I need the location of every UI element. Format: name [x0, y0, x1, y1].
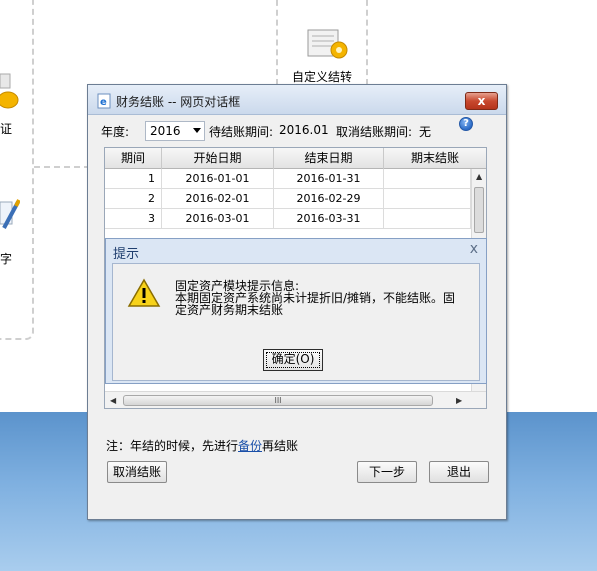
- scroll-up-icon[interactable]: ▲: [476, 172, 482, 181]
- warning-icon: [127, 278, 161, 307]
- ok-button[interactable]: 确定(O): [263, 349, 323, 371]
- cancel-period-value: 无: [419, 125, 432, 139]
- scroll-left-icon[interactable]: ◀: [110, 396, 116, 405]
- scroll-right-icon[interactable]: ▶: [456, 396, 462, 405]
- alert-titlebar: 提示 x: [106, 239, 486, 262]
- year-select-value: 2016: [150, 124, 181, 138]
- cell-period: 2: [105, 189, 162, 209]
- note-suffix: 再结账: [262, 439, 299, 453]
- cell-closed: [384, 209, 471, 229]
- cell-end-date: 2016-03-31: [274, 209, 384, 229]
- note-prefix: 注：年结的时候，先进行: [106, 439, 239, 453]
- custom-transfer-label[interactable]: 自定义结转: [292, 68, 352, 85]
- alert-close-button[interactable]: x: [470, 241, 478, 257]
- help-icon[interactable]: ?: [459, 117, 473, 131]
- dialog-title: 财务结账 -- 网页对话框: [116, 95, 241, 109]
- table-header: 期间 开始日期 结束日期 期末结账: [105, 148, 486, 169]
- cell-end-date: 2016-02-29: [274, 189, 384, 209]
- next-step-button[interactable]: 下一步: [357, 461, 417, 483]
- column-header-start-date[interactable]: 开始日期: [162, 148, 274, 169]
- column-header-end-date[interactable]: 结束日期: [274, 148, 384, 169]
- pending-period-label: 待结账期间:: [209, 125, 274, 139]
- vertical-scroll-thumb[interactable]: [474, 187, 484, 233]
- alert-dialog: 提示 x 固定资产模块提示信息: 本期固定资产系统尚未计提折旧/摊销，不能结账。…: [105, 238, 487, 384]
- table-row[interactable]: 2 2016-02-01 2016-02-29: [105, 189, 471, 209]
- cancel-period-label: 取消结账期间:: [336, 125, 413, 139]
- alert-message-line: 定资产财务期末结账: [175, 303, 284, 317]
- cell-start-date: 2016-03-01: [162, 209, 274, 229]
- background-label-sign[interactable]: 字: [0, 250, 12, 267]
- voucher-icon[interactable]: [0, 72, 20, 110]
- cell-start-date: 2016-02-01: [162, 189, 274, 209]
- exit-button[interactable]: 退出: [429, 461, 489, 483]
- background-divider: [34, 166, 90, 168]
- backup-link[interactable]: 备份: [238, 439, 262, 453]
- horizontal-scrollbar[interactable]: ◀ III ▶: [105, 391, 486, 408]
- chevron-down-icon: [193, 128, 201, 133]
- ie-page-icon: e: [97, 93, 111, 109]
- cell-start-date: 2016-01-01: [162, 169, 274, 189]
- cell-period: 3: [105, 209, 162, 229]
- column-header-period[interactable]: 期间: [105, 148, 162, 169]
- cell-end-date: 2016-01-31: [274, 169, 384, 189]
- year-select[interactable]: 2016: [145, 121, 205, 141]
- table-row[interactable]: 3 2016-03-01 2016-03-31: [105, 209, 471, 229]
- column-header-closed[interactable]: 期末结账: [384, 148, 486, 169]
- svg-text:e: e: [100, 97, 107, 108]
- table-row[interactable]: 1 2016-01-01 2016-01-31: [105, 169, 471, 189]
- alert-title: 提示: [113, 247, 140, 262]
- alert-body: 固定资产模块提示信息: 本期固定资产系统尚未计提折旧/摊销，不能结账。固 定资产…: [112, 263, 480, 381]
- year-end-note: 注：年结的时候，先进行备份再结账: [106, 437, 298, 454]
- pen-icon[interactable]: [0, 198, 20, 232]
- dialog-close-button[interactable]: x: [465, 92, 498, 110]
- dialog-titlebar: e 财务结账 -- 网页对话框 x: [88, 85, 506, 115]
- background-panel-left: [0, 0, 34, 340]
- cell-closed: [384, 189, 471, 209]
- year-label: 年度:: [101, 125, 130, 139]
- background-label-voucher[interactable]: 证: [0, 120, 12, 137]
- pending-period-value: 2016.01: [279, 123, 329, 137]
- horizontal-scroll-thumb[interactable]: III: [123, 395, 433, 406]
- custom-transfer-icon[interactable]: [306, 28, 350, 62]
- cell-period: 1: [105, 169, 162, 189]
- cancel-close-button[interactable]: 取消结账: [107, 461, 167, 483]
- cell-closed: [384, 169, 471, 189]
